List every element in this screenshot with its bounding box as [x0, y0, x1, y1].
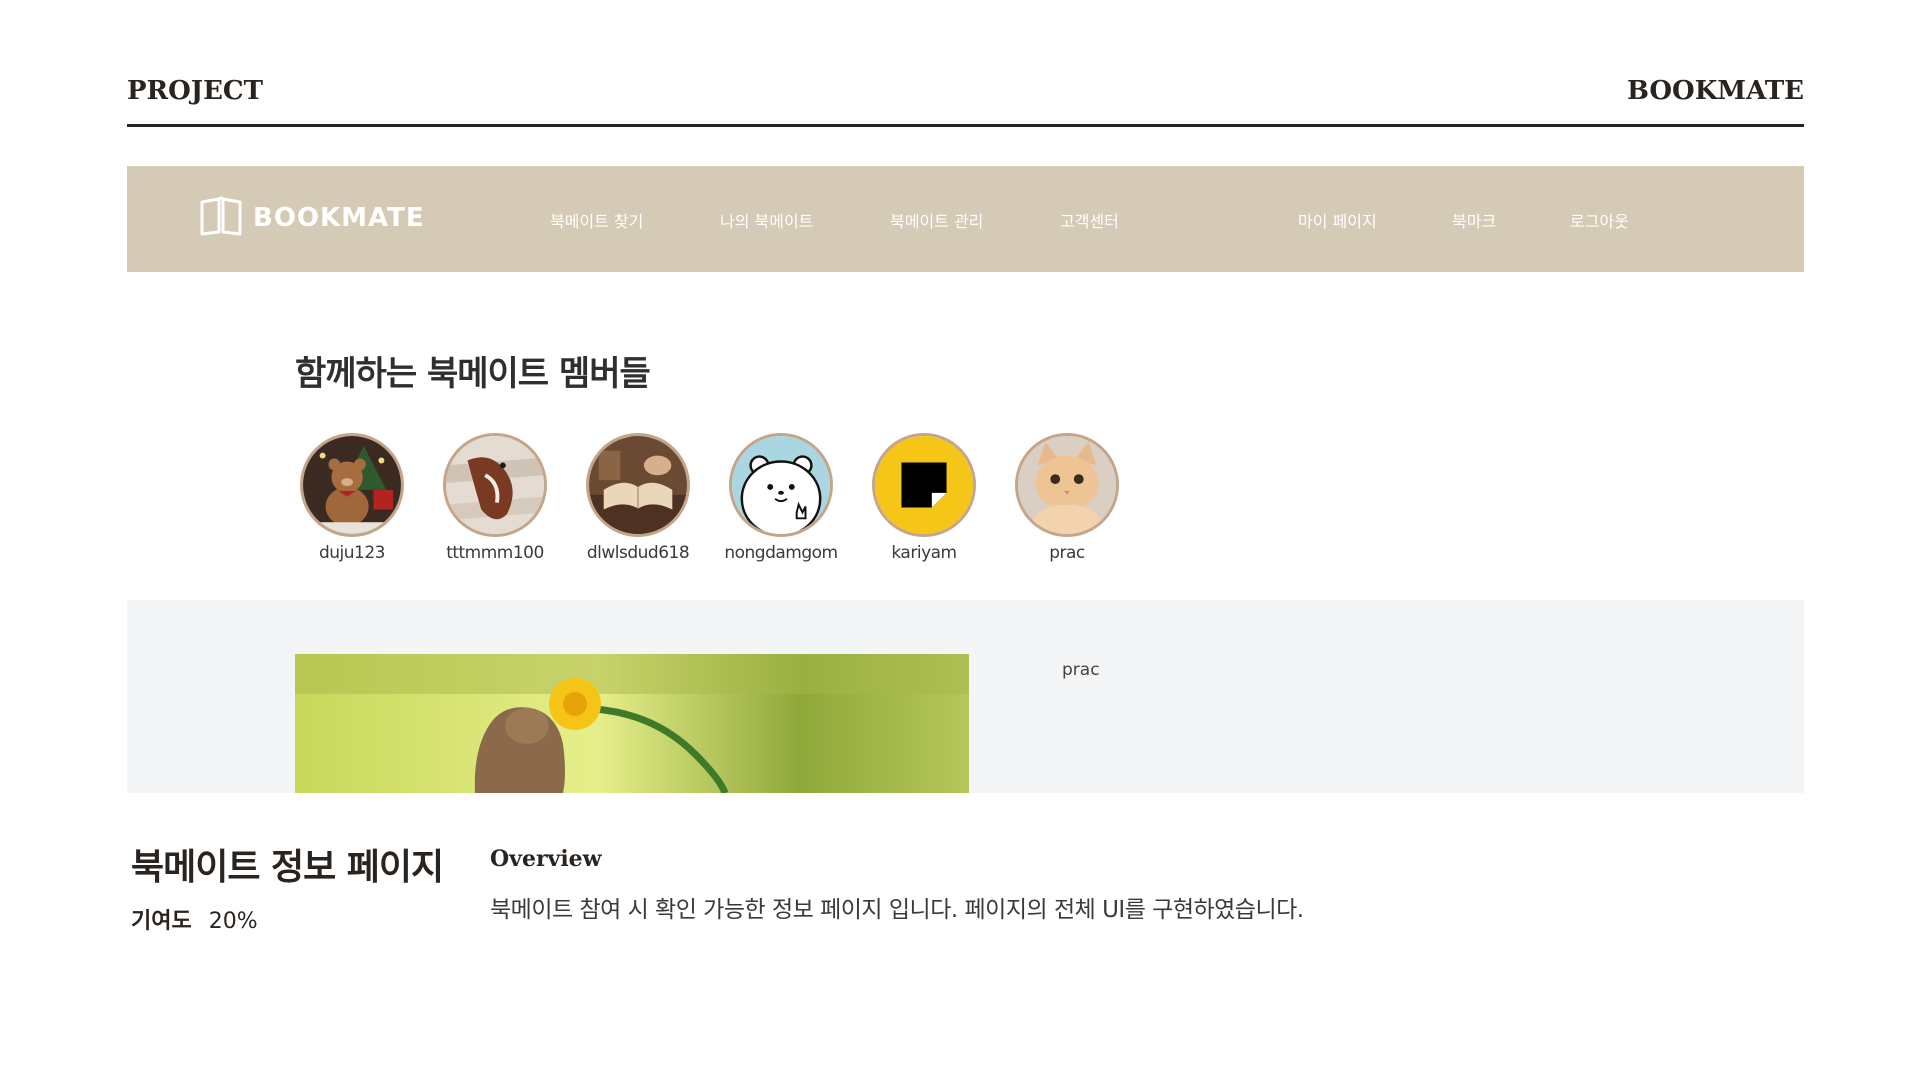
slide-header: PROJECT BOOKMATE [127, 72, 1804, 127]
member-card[interactable]: dlwlsdud618 [578, 433, 698, 563]
member-name: prac [1049, 543, 1085, 563]
page-caption-title: 북메이트 정보 페이지 [131, 847, 444, 888]
member-card[interactable]: nongdamgom [721, 433, 841, 563]
member-detail-panel: prac [127, 600, 1804, 793]
member-card[interactable]: tttmmm100 [435, 433, 555, 563]
cat-avatar [1015, 433, 1119, 537]
bird-painting-avatar [443, 433, 547, 537]
overview-label: Overview [490, 846, 602, 872]
website-mockup: BOOKMATE 북메이트 찾기 나의 북메이트 북메이트 관리 고객센터 마이… [127, 166, 1804, 793]
logo-text: BOOKMATE [253, 203, 425, 233]
member-name: nongdamgom [724, 543, 838, 563]
nav-my-bookmate[interactable]: 나의 북메이트 [720, 208, 813, 232]
contribution: 기여도 20% [131, 903, 258, 935]
members-title: 함께하는 북메이트 멤버들 [295, 354, 651, 394]
yellow-note-avatar [872, 433, 976, 537]
nav-find-bookmate[interactable]: 북메이트 찾기 [550, 208, 643, 232]
nav-customer-center[interactable]: 고객센터 [1060, 208, 1119, 232]
contribution-value: 20% [208, 909, 258, 934]
nav-manage-bookmate[interactable]: 북메이트 관리 [890, 208, 983, 232]
logo[interactable]: BOOKMATE [199, 196, 425, 240]
member-name: tttmmm100 [446, 543, 544, 563]
nav-bookmark[interactable]: 북마크 [1452, 208, 1496, 232]
project-name: BOOKMATE [1626, 76, 1804, 106]
nav-my-page[interactable]: 마이 페이지 [1298, 208, 1377, 232]
member-card[interactable]: kariyam [864, 433, 984, 563]
teddy-bear-avatar [300, 433, 404, 537]
member-name: duju123 [318, 543, 386, 563]
member-name: kariyam [891, 543, 957, 563]
detail-member-name: prac [1062, 660, 1100, 680]
squirrel-flower-photo [295, 654, 969, 793]
book-icon [199, 196, 243, 240]
member-name: dlwlsdud618 [586, 543, 690, 563]
open-book-avatar [586, 433, 690, 537]
nav-logout[interactable]: 로그아웃 [1570, 208, 1629, 232]
member-card[interactable]: prac [1007, 433, 1127, 563]
white-bear-avatar [729, 433, 833, 537]
project-label: PROJECT [127, 76, 263, 106]
nav-bar: BOOKMATE 북메이트 찾기 나의 북메이트 북메이트 관리 고객센터 마이… [127, 166, 1804, 272]
member-card[interactable]: duju123 [292, 433, 412, 563]
contribution-label: 기여도 [131, 909, 192, 934]
overview-text: 북메이트 참여 시 확인 가능한 정보 페이지 입니다. 페이지의 전체 UI를… [490, 897, 1304, 923]
